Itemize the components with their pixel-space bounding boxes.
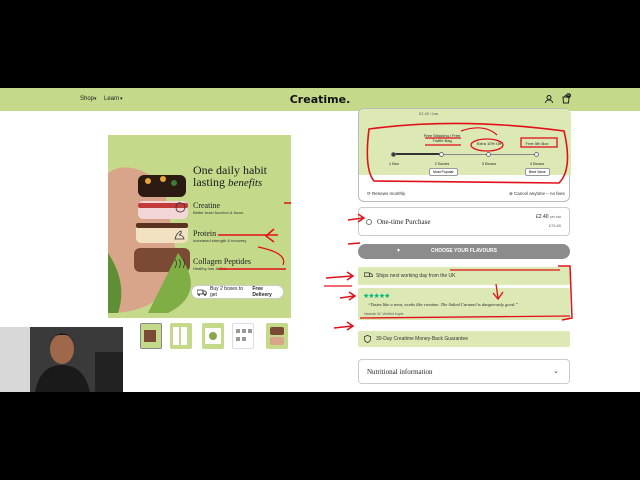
nutrition-title: Nutritional information (367, 368, 433, 376)
chevron-down-icon[interactable]: ⌄ (553, 367, 559, 375)
thumbnail[interactable] (266, 323, 288, 349)
presenter-video (0, 327, 123, 392)
account-icon[interactable] (544, 94, 554, 104)
annotation-overlay (218, 202, 291, 270)
thumbnail[interactable] (170, 323, 192, 349)
product-hero-image[interactable]: One daily habit lasting benefits Creatin… (108, 135, 291, 318)
annotation-arrows (324, 213, 573, 331)
webcam-overlay (0, 327, 123, 392)
thumbnail[interactable] (202, 323, 224, 349)
nutritional-info-accordion[interactable]: Nutritional information ⌄ (358, 359, 570, 384)
thumbnail[interactable] (140, 323, 162, 349)
image-thumbnails (108, 323, 291, 351)
cart-count-badge: 0 (566, 93, 571, 98)
thumbnail[interactable] (232, 323, 254, 349)
